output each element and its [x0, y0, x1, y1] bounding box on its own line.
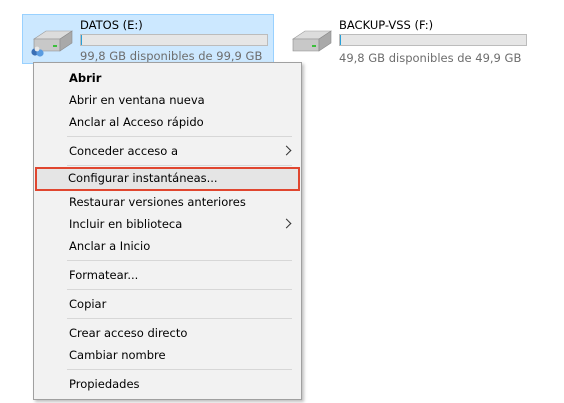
menu-item-restaurar-versiones[interactable]: Restaurar versiones anteriores — [36, 191, 299, 213]
menu-item-copiar[interactable]: Copiar — [36, 293, 299, 315]
drive-free-space: 99,8 GB disponibles de 99,9 GB — [80, 49, 263, 63]
menu-item-propiedades[interactable]: Propiedades — [36, 373, 299, 395]
menu-separator — [67, 136, 292, 137]
menu-item-abrir-ventana-nueva[interactable]: Abrir en ventana nueva — [36, 89, 299, 111]
drive-usage-bar — [339, 34, 527, 46]
drive-name: BACKUP-VSS (F:) — [339, 18, 434, 32]
context-menu: Abrir Abrir en ventana nueva Anclar al A… — [33, 62, 302, 400]
drive-tile-f[interactable]: BACKUP-VSS (F:) 49,8 GB disponibles de 4… — [281, 14, 531, 65]
menu-item-label: Conceder acceso a — [69, 144, 179, 158]
menu-separator — [67, 165, 292, 166]
hard-drive-icon — [292, 30, 332, 52]
chevron-right-icon — [281, 145, 292, 156]
menu-item-anclar-inicio[interactable]: Anclar a Inicio — [36, 235, 299, 257]
drive-usage-bar — [80, 34, 268, 46]
menu-item-cambiar-nombre[interactable]: Cambiar nombre — [36, 344, 299, 366]
hard-drive-icon — [31, 30, 73, 57]
drive-free-space: 49,8 GB disponibles de 49,9 GB — [339, 51, 522, 65]
menu-item-anclar-acceso-rapido[interactable]: Anclar al Acceso rápido — [36, 111, 299, 133]
drive-tile-e[interactable]: DATOS (E:) 99,8 GB disponibles de 99,9 G… — [22, 14, 274, 64]
menu-separator — [67, 318, 292, 319]
menu-item-abrir[interactable]: Abrir — [36, 67, 299, 89]
menu-separator — [67, 369, 292, 370]
menu-item-formatear[interactable]: Formatear... — [36, 264, 299, 286]
menu-item-configurar-instantaneas[interactable]: Configurar instantáneas... — [35, 167, 300, 191]
drive-name: DATOS (E:) — [80, 18, 143, 32]
menu-item-label: Incluir en biblioteca — [69, 217, 183, 231]
menu-separator — [67, 260, 292, 261]
menu-item-incluir-biblioteca[interactable]: Incluir en biblioteca — [36, 213, 299, 235]
menu-item-conceder-acceso[interactable]: Conceder acceso a — [36, 140, 299, 162]
menu-item-crear-acceso-directo[interactable]: Crear acceso directo — [36, 322, 299, 344]
chevron-right-icon — [281, 218, 292, 229]
menu-separator — [67, 289, 292, 290]
